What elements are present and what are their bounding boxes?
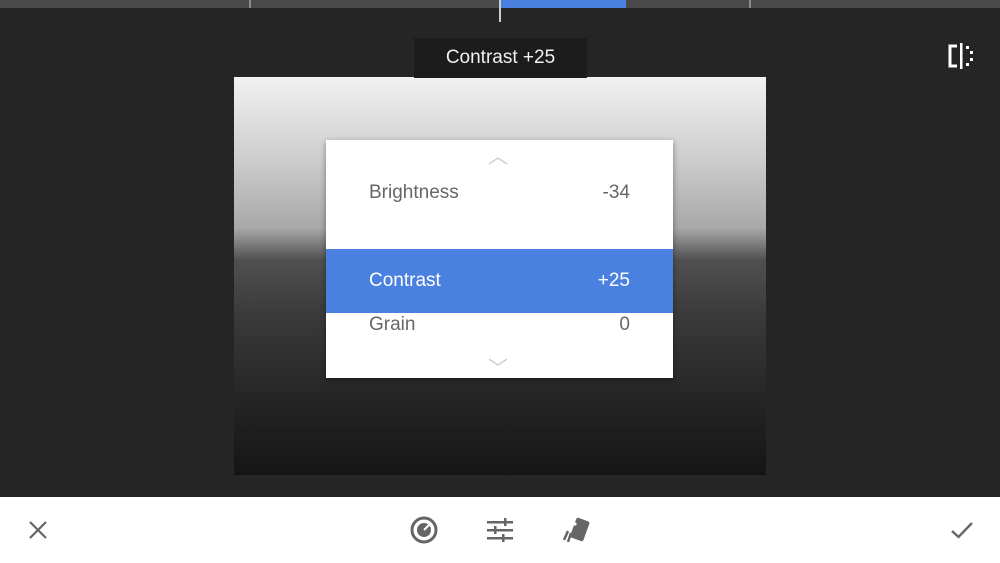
menu-item-grain[interactable]: Grain 0: [326, 313, 673, 337]
chevron-down-icon[interactable]: ﹀: [488, 352, 508, 381]
menu-item-label: Contrast: [369, 270, 441, 291]
progress-bar: [0, 0, 1000, 22]
compare-split-icon[interactable]: [946, 42, 976, 70]
check-icon[interactable]: [942, 497, 982, 563]
menu-item-brightness[interactable]: Brightness -34: [326, 173, 673, 213]
menu-item-label: Grain: [369, 314, 416, 335]
progress-tick: [749, 0, 751, 8]
progress-tick: [249, 0, 251, 8]
menu-item-contrast[interactable]: Contrast +25: [326, 249, 673, 313]
adjustment-tooltip: Contrast +25: [414, 38, 587, 78]
menu-item-label: Brightness: [369, 182, 459, 203]
chevron-up-icon[interactable]: ︿: [488, 140, 508, 169]
sliders-icon[interactable]: [480, 497, 520, 563]
styles-cards-icon[interactable]: [556, 497, 596, 563]
adjustment-menu: ︿ Brightness -34 Contrast +25 Grain 0 ﹀: [326, 140, 673, 381]
bottom-toolbar: [0, 497, 1000, 563]
menu-item-value: -34: [602, 182, 630, 203]
progress-active-segment: [500, 0, 626, 8]
menu-item-value: +25: [597, 270, 630, 291]
close-icon[interactable]: [18, 497, 58, 563]
progress-marker: [499, 0, 501, 22]
menu-item-value: 0: [619, 314, 630, 335]
tune-dial-icon[interactable]: [404, 497, 444, 563]
